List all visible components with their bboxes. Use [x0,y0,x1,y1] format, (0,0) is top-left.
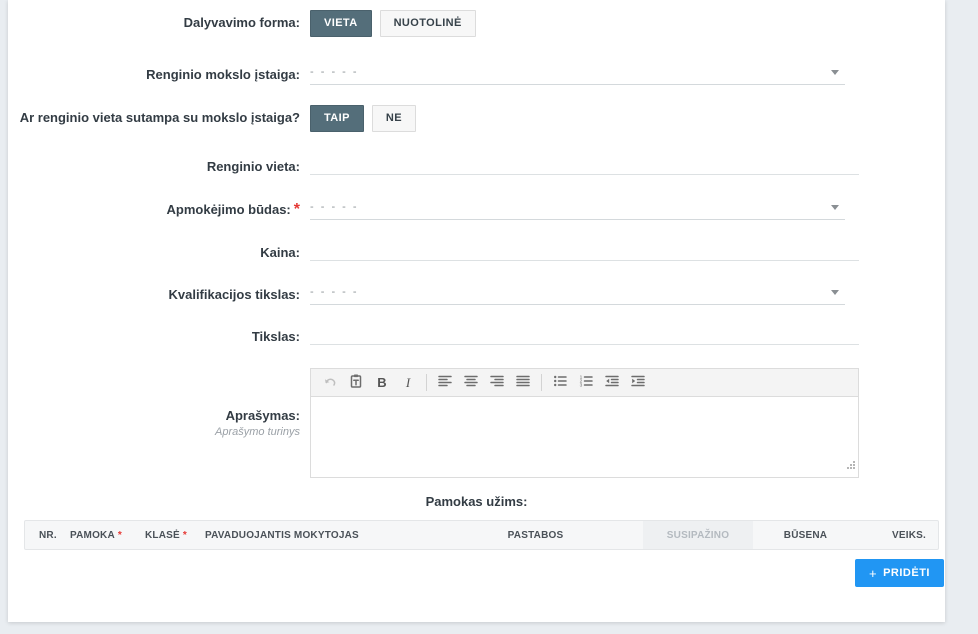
toggle-taip[interactable]: TAIP [310,105,364,132]
rich-text-editor: B I 123 [310,368,859,478]
select-value: - - - - - [310,286,359,298]
select-value: - - - - - [310,201,359,213]
list-ol-button[interactable]: 123 [573,371,599,395]
list-ol-icon: 123 [578,373,594,392]
form-row-dalyvavimo-forma: Dalyvavimo forma: VIETA NUOTOLINĖ [8,8,945,38]
tikslas-label: Tikslas: [252,329,300,344]
required-asterisk: * [118,530,122,541]
renginio-vieta-label: Renginio vieta: [207,159,300,174]
aprasymas-label: Aprašymas: [8,408,300,423]
renginio-mokslo-istaiga-label: Renginio mokslo įstaiga: [146,67,300,82]
apmokejimo-budas-label: Apmokėjimo būdas: [167,202,291,217]
list-ul-button[interactable] [547,371,573,395]
italic-button[interactable]: I [395,371,421,395]
form-row-apmokejimo-budas: Apmokėjimo būdas:* - - - - - [8,195,945,225]
lessons-table-header: NR. PAMOKA* KLASĖ* PAVADUOJANTIS MOKYTOJ… [24,520,939,550]
chevron-down-icon [831,205,839,210]
toolbar-separator [541,374,542,391]
align-right-icon [489,373,505,392]
column-header-klase: KLASĖ* [145,521,205,549]
italic-icon: I [406,375,410,391]
bold-button[interactable]: B [369,371,395,395]
list-ul-icon [552,373,568,392]
chevron-down-icon [831,70,839,75]
vieta-sutampa-label: Ar renginio vieta sutampa su mokslo įsta… [20,110,300,125]
svg-text:3: 3 [580,383,583,389]
form-row-renginio-vieta: Renginio vieta: [8,151,945,182]
kvalifikacijos-tikslas-label: Kvalifikacijos tikslas: [168,287,300,302]
paste-text-icon [348,373,364,392]
form-row-kvalifikacijos-tikslas: Kvalifikacijos tikslas: - - - - - [8,280,945,310]
indent-button[interactable] [625,371,651,395]
column-header-nr: NR. [25,521,70,549]
column-header-susipazino: SUSIPAŽINO [643,521,753,549]
column-header-busena: BŪSENA [753,521,858,549]
dalyvavimo-forma-label: Dalyvavimo forma: [184,15,300,30]
toggle-vieta[interactable]: VIETA [310,10,372,37]
outdent-icon [604,373,620,392]
dalyvavimo-forma-toggle: VIETA NUOTOLINĖ [310,10,945,37]
form-row-kaina: Kaina: [8,238,945,268]
outdent-button[interactable] [599,371,625,395]
align-left-icon [437,373,453,392]
align-right-button[interactable] [484,371,510,395]
align-left-button[interactable] [432,371,458,395]
indent-icon [630,373,646,392]
toolbar-separator [426,374,427,391]
paste-text-button[interactable] [343,371,369,395]
apmokejimo-budas-select[interactable]: - - - - - [310,201,845,220]
resize-grip-icon[interactable] [847,457,856,475]
column-header-pamoka: PAMOKA* [70,521,145,549]
form-row-aprasymas: Aprašymas: Aprašymo turinys B I 123 [8,368,945,478]
add-lesson-button-label: PRIDĖTI [883,567,930,579]
kvalifikacijos-tikslas-select[interactable]: - - - - - [310,286,845,305]
column-header-veiks: VEIKS. [858,521,938,549]
undo-icon [322,373,338,392]
tikslas-input[interactable] [310,329,859,345]
aprasymas-sublabel: Aprašymo turinys [8,426,300,438]
editor-toolbar: B I 123 [311,369,858,397]
column-header-pastabos: PASTABOS [428,521,643,549]
required-asterisk: * [183,530,187,541]
add-lesson-button[interactable]: + PRIDĖTI [855,559,944,587]
required-asterisk: * [294,201,300,218]
align-justify-button[interactable] [510,371,536,395]
vieta-sutampa-toggle: TAIP NE [310,105,945,132]
align-center-button[interactable] [458,371,484,395]
renginio-vieta-input[interactable] [310,159,859,175]
lessons-table-title: Pamokas užims: [8,494,945,509]
form-row-tikslas: Tikslas: [8,322,945,352]
align-justify-icon [515,373,531,392]
bold-icon: B [377,375,386,390]
aprasymas-editor-area[interactable] [311,397,858,477]
plus-icon: + [869,566,877,581]
select-value: - - - - - [310,66,359,78]
form-row-vieta-sutampa: Ar renginio vieta sutampa su mokslo įsta… [8,104,945,132]
undo-button[interactable] [317,371,343,395]
table-actions-row: + PRIDĖTI [8,559,945,587]
column-header-pavaduojantis-mokytojas: PAVADUOJANTIS MOKYTOJAS [205,521,428,549]
kaina-label: Kaina: [260,245,300,260]
form-row-renginio-mokslo-istaiga: Renginio mokslo įstaiga: - - - - - [8,60,945,90]
align-center-icon [463,373,479,392]
chevron-down-icon [831,290,839,295]
kaina-input[interactable] [310,245,859,261]
renginio-mokslo-istaiga-select[interactable]: - - - - - [310,66,845,85]
form-card: Dalyvavimo forma: VIETA NUOTOLINĖ Rengin… [8,0,945,622]
toggle-ne[interactable]: NE [372,105,416,132]
toggle-nuotoline[interactable]: NUOTOLINĖ [380,10,476,37]
